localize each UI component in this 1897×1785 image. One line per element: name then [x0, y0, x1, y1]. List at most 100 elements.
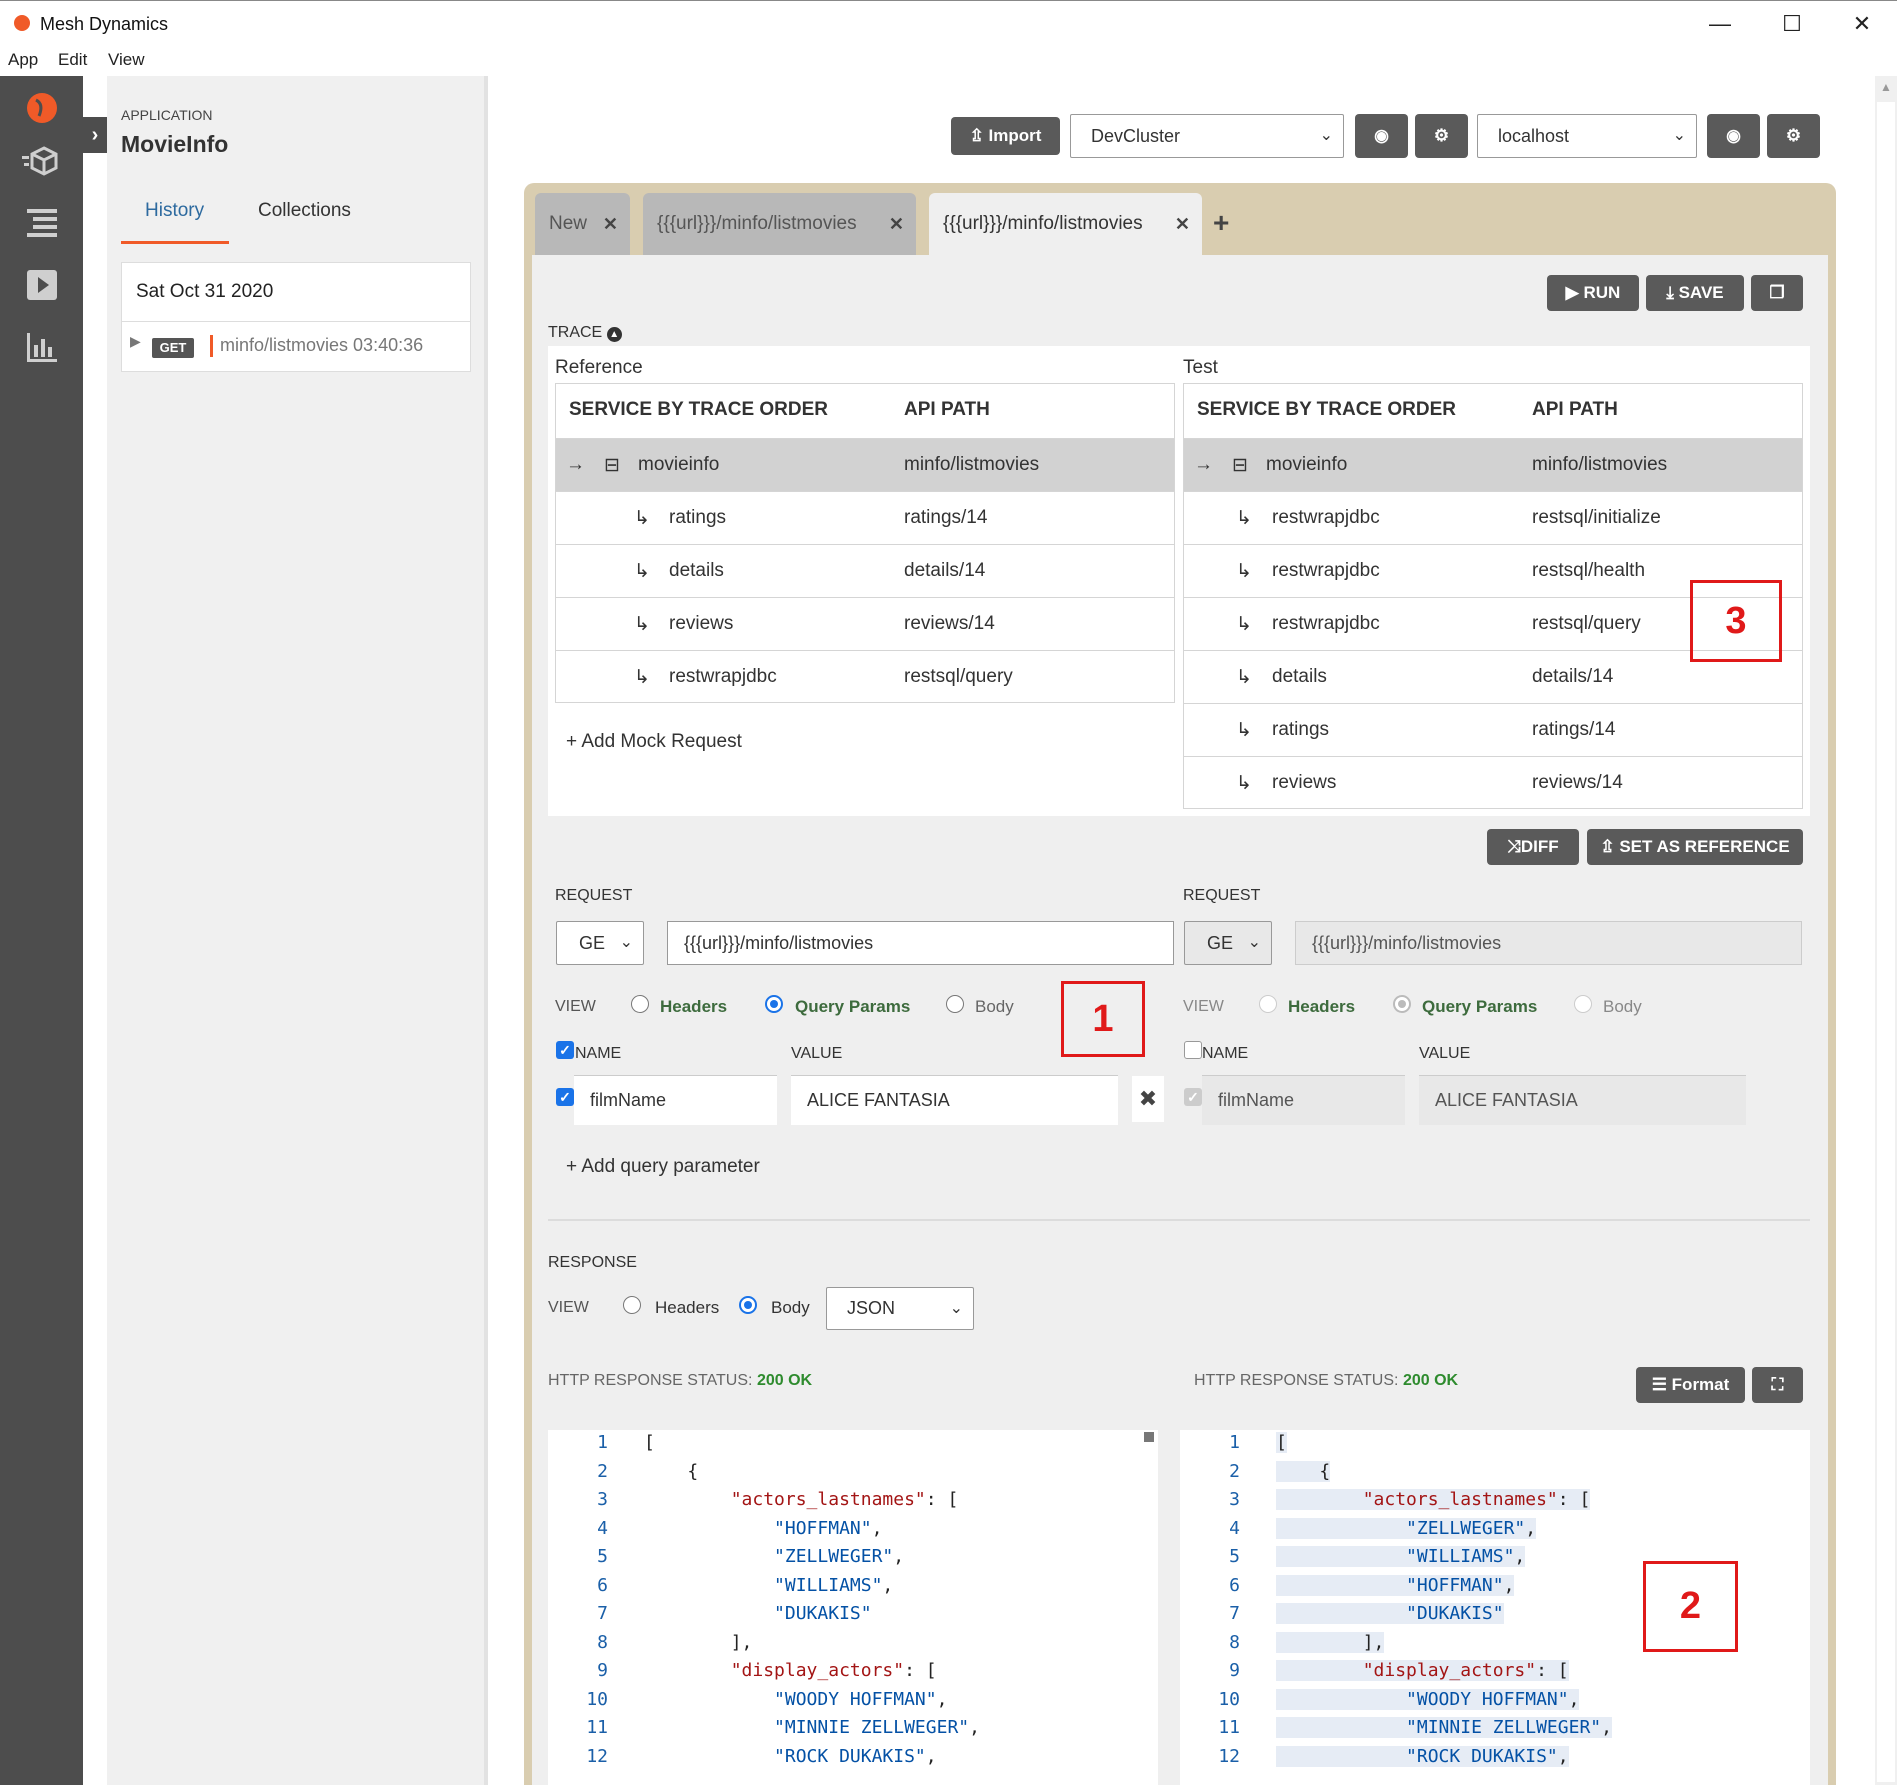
- response-format-select[interactable]: JSON ⌄: [826, 1287, 974, 1330]
- param-value-input[interactable]: ALICE FANTASIA: [791, 1075, 1118, 1125]
- remove-param-icon[interactable]: ✖: [1132, 1076, 1164, 1122]
- editor-scroll-thumb[interactable]: [1144, 1432, 1154, 1442]
- url-input[interactable]: {{{url}}}/minfo/listmovies: [667, 921, 1174, 965]
- close-icon[interactable]: ✕: [1175, 193, 1190, 255]
- diff-button[interactable]: ⤨DIFF: [1487, 829, 1579, 865]
- url-input[interactable]: {{{url}}}/minfo/listmovies: [1295, 921, 1802, 965]
- response-headers-option[interactable]: Headers: [655, 1298, 719, 1318]
- menu-app[interactable]: App: [8, 50, 38, 70]
- menu-view[interactable]: View: [108, 50, 145, 70]
- env-view-button[interactable]: ◉: [1707, 114, 1760, 158]
- vertical-scrollbar[interactable]: ▲: [1875, 76, 1897, 1785]
- param-name-input[interactable]: filmName: [574, 1075, 777, 1125]
- method-select[interactable]: GE ⌄: [1184, 921, 1272, 965]
- chevron-down-icon: ⌄: [1319, 127, 1333, 144]
- table-row[interactable]: ↳ reviews reviews/14: [1184, 756, 1802, 809]
- code-line: {: [1276, 1460, 1331, 1482]
- line-number: 5: [1229, 1546, 1240, 1567]
- trace-toggle[interactable]: TRACE ▲: [548, 324, 622, 342]
- table-row[interactable]: ↳ ratings ratings/14: [1184, 703, 1802, 756]
- scroll-up-icon[interactable]: ▲: [1880, 80, 1892, 94]
- history-path: minfo/listmovies: [220, 335, 349, 355]
- table-row[interactable]: → ⊟ movieinfo minfo/listmovies: [556, 438, 1174, 491]
- param-checkbox[interactable]: ✓: [1184, 1088, 1202, 1106]
- list-icon[interactable]: [22, 206, 62, 246]
- param-value-input[interactable]: ALICE FANTASIA: [1419, 1075, 1746, 1125]
- scroll-thumb[interactable]: [1877, 102, 1895, 1782]
- import-button[interactable]: ⇫ Import: [951, 117, 1060, 155]
- api-path: restsql/health: [1532, 560, 1646, 581]
- radio-query-params[interactable]: [765, 995, 783, 1013]
- method-select[interactable]: GE ⌄: [556, 921, 644, 965]
- headers-option[interactable]: Headers: [660, 997, 727, 1017]
- run-button[interactable]: ▶ RUN: [1547, 275, 1639, 311]
- menu-edit[interactable]: Edit: [58, 50, 87, 70]
- services-cube-icon[interactable]: [22, 144, 62, 184]
- copy-button[interactable]: ❐: [1751, 275, 1803, 311]
- tab-request-1[interactable]: {{{url}}}/minfo/listmovies ✕: [643, 193, 916, 255]
- body-option[interactable]: Body: [975, 997, 1014, 1017]
- param-name-input[interactable]: filmName: [1202, 1075, 1405, 1125]
- set-as-reference-button[interactable]: ⇫ SET AS REFERENCE: [1587, 829, 1803, 865]
- headers-option[interactable]: Headers: [1288, 997, 1355, 1017]
- meshd-logo-icon[interactable]: [22, 90, 62, 130]
- select-all-checkbox[interactable]: ✓: [556, 1041, 574, 1059]
- close-icon[interactable]: ✕: [603, 193, 618, 255]
- history-time: 03:40:36: [353, 335, 424, 355]
- fullscreen-button[interactable]: ⛶: [1752, 1367, 1803, 1403]
- cluster-select[interactable]: DevCluster ⌄: [1070, 114, 1344, 158]
- add-mock-request-button[interactable]: + Add Mock Request: [566, 731, 742, 753]
- query-params-option[interactable]: Query Params: [795, 997, 910, 1017]
- cluster-view-button[interactable]: ◉: [1355, 114, 1408, 158]
- line-number: 4: [1229, 1517, 1240, 1539]
- table-row[interactable]: ↳ restwrapjdbc restsql/initialize: [1184, 491, 1802, 544]
- select-all-checkbox[interactable]: [1184, 1041, 1202, 1059]
- api-path: minfo/listmovies: [904, 454, 1040, 475]
- sidebar-toggle-button[interactable]: ›: [83, 117, 107, 153]
- view-label: VIEW: [548, 1299, 589, 1316]
- maximize-button[interactable]: ☐: [1772, 9, 1812, 39]
- param-checkbox[interactable]: ✓: [556, 1088, 574, 1106]
- history-item[interactable]: minfo/listmovies 03:40:36: [220, 335, 423, 356]
- reference-response-editor[interactable]: 1 [2 {3 "actors_lastnames": [4 "HOFFMAN",…: [548, 1430, 1158, 1785]
- collapse-icon[interactable]: ⊟: [1232, 454, 1248, 477]
- line-number: 1: [597, 1432, 608, 1453]
- format-button[interactable]: ☰ Format: [1636, 1367, 1745, 1403]
- table-row[interactable]: ↳ restwrapjdbc restsql/query: [556, 650, 1174, 703]
- env-select[interactable]: localhost ⌄: [1477, 114, 1697, 158]
- line-number: 2: [597, 1460, 608, 1482]
- save-button[interactable]: ⤓ SAVE: [1646, 275, 1744, 311]
- body-option[interactable]: Body: [1603, 997, 1642, 1017]
- table-row[interactable]: ↳ ratings ratings/14: [556, 491, 1174, 544]
- add-tab-button[interactable]: +: [1213, 207, 1229, 239]
- close-icon[interactable]: ✕: [889, 193, 904, 255]
- tab-history[interactable]: History: [145, 200, 204, 222]
- radio-headers[interactable]: [631, 995, 649, 1013]
- response-body-option[interactable]: Body: [771, 1298, 810, 1318]
- table-row[interactable]: → ⊟ movieinfo minfo/listmovies: [1184, 438, 1802, 491]
- cluster-value: DevCluster: [1091, 126, 1181, 146]
- radio-body[interactable]: [946, 995, 964, 1013]
- radio-body[interactable]: [1574, 995, 1592, 1013]
- play-icon[interactable]: [22, 269, 62, 309]
- collapse-icon[interactable]: ⊟: [604, 454, 620, 477]
- radio-body[interactable]: [739, 1296, 757, 1314]
- minimize-button[interactable]: —: [1700, 9, 1740, 39]
- expand-caret-icon[interactable]: ▶: [130, 333, 141, 350]
- radio-headers[interactable]: [623, 1296, 641, 1314]
- table-row[interactable]: ↳ details details/14: [556, 544, 1174, 597]
- diff-label: DIFF: [1520, 837, 1559, 856]
- table-row[interactable]: ↳ reviews reviews/14: [556, 597, 1174, 650]
- add-query-param-button[interactable]: + Add query parameter: [566, 1156, 760, 1178]
- tab-new[interactable]: New ✕: [535, 193, 630, 255]
- application-label: APPLICATION: [121, 107, 213, 123]
- query-params-option[interactable]: Query Params: [1422, 997, 1537, 1017]
- tab-request-2[interactable]: {{{url}}}/minfo/listmovies ✕: [929, 193, 1202, 255]
- cluster-settings-button[interactable]: ⚙: [1415, 114, 1468, 158]
- radio-query-params[interactable]: [1393, 995, 1411, 1013]
- radio-headers[interactable]: [1259, 995, 1277, 1013]
- env-settings-button[interactable]: ⚙: [1767, 114, 1820, 158]
- chart-icon[interactable]: [22, 331, 62, 371]
- close-window-button[interactable]: ✕: [1842, 9, 1882, 39]
- tab-collections[interactable]: Collections: [258, 200, 351, 222]
